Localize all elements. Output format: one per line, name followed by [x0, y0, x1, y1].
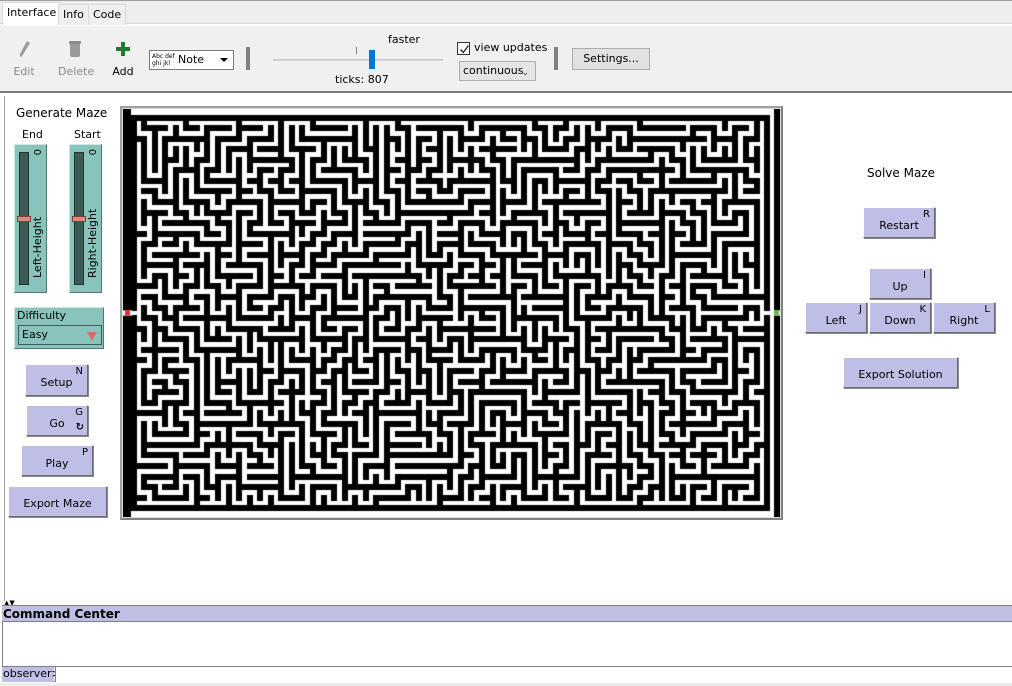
button-label: Left [806, 314, 866, 327]
shortcut-key: G [75, 407, 83, 418]
button-label: Right [934, 314, 994, 327]
solve-maze-title: Solve Maze [867, 166, 935, 180]
tab-code[interactable]: Code [88, 4, 126, 25]
dropdown-arrow-icon [220, 58, 228, 62]
button-label: Restart [864, 219, 934, 232]
widget-type-select[interactable]: Abc def ghi jkl Note [149, 50, 234, 70]
shortcut-key: R [923, 209, 930, 220]
speed-label: faster [388, 33, 420, 46]
add-button[interactable]: Add [111, 40, 135, 78]
toolbar-separator [246, 47, 250, 70]
speed-slider-thumb[interactable] [369, 50, 375, 69]
toolbar: Edit Delete Add Abc def ghi jkl Note fas… [0, 26, 1012, 93]
button-label: Export Maze [9, 497, 106, 510]
button-label: Up [870, 280, 930, 293]
button-label: Down [870, 314, 930, 327]
start-label: Start [74, 128, 101, 141]
end-label: End [22, 128, 43, 141]
shortcut-key: P [82, 447, 88, 458]
observer-prompt[interactable]: observer> [2, 667, 54, 682]
chevron-down-icon: ⌄ [521, 64, 529, 82]
view-updates-label: view updates [474, 41, 547, 54]
view-updates-checkbox[interactable] [457, 42, 470, 55]
slider-thumb[interactable] [72, 216, 86, 222]
left-height-slider[interactable]: 0 Left-Height [14, 144, 47, 293]
generate-maze-title: Generate Maze [16, 106, 107, 120]
slider-thumb[interactable] [17, 216, 31, 222]
right-button[interactable]: Right L [933, 302, 995, 333]
restart-button[interactable]: Restart R [863, 207, 935, 238]
button-label: Setup [26, 376, 87, 389]
edit-label: Edit [10, 65, 38, 78]
slider-value: 0 [31, 149, 42, 155]
speed-slider[interactable] [273, 59, 443, 61]
plus-icon [115, 40, 131, 58]
shortcut-key: L [984, 304, 990, 315]
button-label: Export Solution [844, 368, 957, 381]
toolbar-separator [554, 47, 558, 70]
export-maze-button[interactable]: Export Maze [8, 486, 107, 517]
difficulty-chooser[interactable]: Difficulty Easy [14, 307, 104, 349]
shortcut-key: K [919, 304, 926, 315]
tab-info[interactable]: Info [58, 4, 89, 25]
widget-type-value: Note [178, 53, 204, 66]
widget-sample-text: Abc def ghi jkl [152, 53, 176, 67]
maze-canvas[interactable] [123, 109, 780, 517]
slider-name: Right-Height [86, 209, 99, 278]
maze-view[interactable] [120, 106, 783, 520]
delete-button[interactable]: Delete [58, 40, 92, 78]
slider-value: 0 [86, 149, 97, 155]
command-center-output [2, 622, 1012, 666]
slider-name: Left-Height [31, 217, 44, 278]
command-center-input-row: observer> [2, 666, 1012, 682]
go-button[interactable]: Go G ↻ [26, 405, 88, 436]
export-solution-button[interactable]: Export Solution [843, 357, 958, 388]
interface-border [4, 96, 5, 601]
button-label: Play [22, 457, 92, 470]
shortcut-key: I [923, 270, 926, 281]
update-mode-select[interactable]: continuous ⌄ [459, 61, 536, 81]
difficulty-value: Easy [22, 328, 48, 341]
left-button[interactable]: Left J [805, 302, 867, 333]
dropdown-triangle-icon [87, 332, 97, 341]
edit-button[interactable]: Edit [10, 40, 38, 78]
down-button[interactable]: Down K [869, 302, 931, 333]
shortcut-key: J [859, 304, 862, 315]
difficulty-label: Difficulty [17, 309, 66, 322]
command-center-header: Command Center [2, 605, 1012, 622]
play-button[interactable]: Play P [21, 445, 93, 476]
tab-bar: Interface Info Code [0, 0, 1012, 24]
forever-icon: ↻ [76, 422, 84, 433]
up-button[interactable]: Up I [869, 268, 931, 299]
ticks-counter: ticks: 807 [335, 73, 389, 86]
checkmark-icon [459, 44, 470, 55]
settings-button[interactable]: Settings... [572, 48, 650, 70]
difficulty-select[interactable]: Easy [18, 325, 102, 345]
add-label: Add [111, 65, 135, 78]
setup-button[interactable]: Setup N [25, 364, 88, 396]
right-height-slider[interactable]: 0 Right-Height [69, 144, 102, 293]
delete-label: Delete [58, 65, 92, 78]
shortcut-key: N [76, 366, 83, 377]
tab-interface[interactable]: Interface [2, 2, 61, 25]
update-mode-value: continuous [463, 64, 524, 77]
trash-icon [68, 40, 82, 58]
command-input[interactable] [55, 667, 1012, 682]
pencil-icon [17, 40, 31, 58]
speed-center-tick [356, 47, 357, 54]
